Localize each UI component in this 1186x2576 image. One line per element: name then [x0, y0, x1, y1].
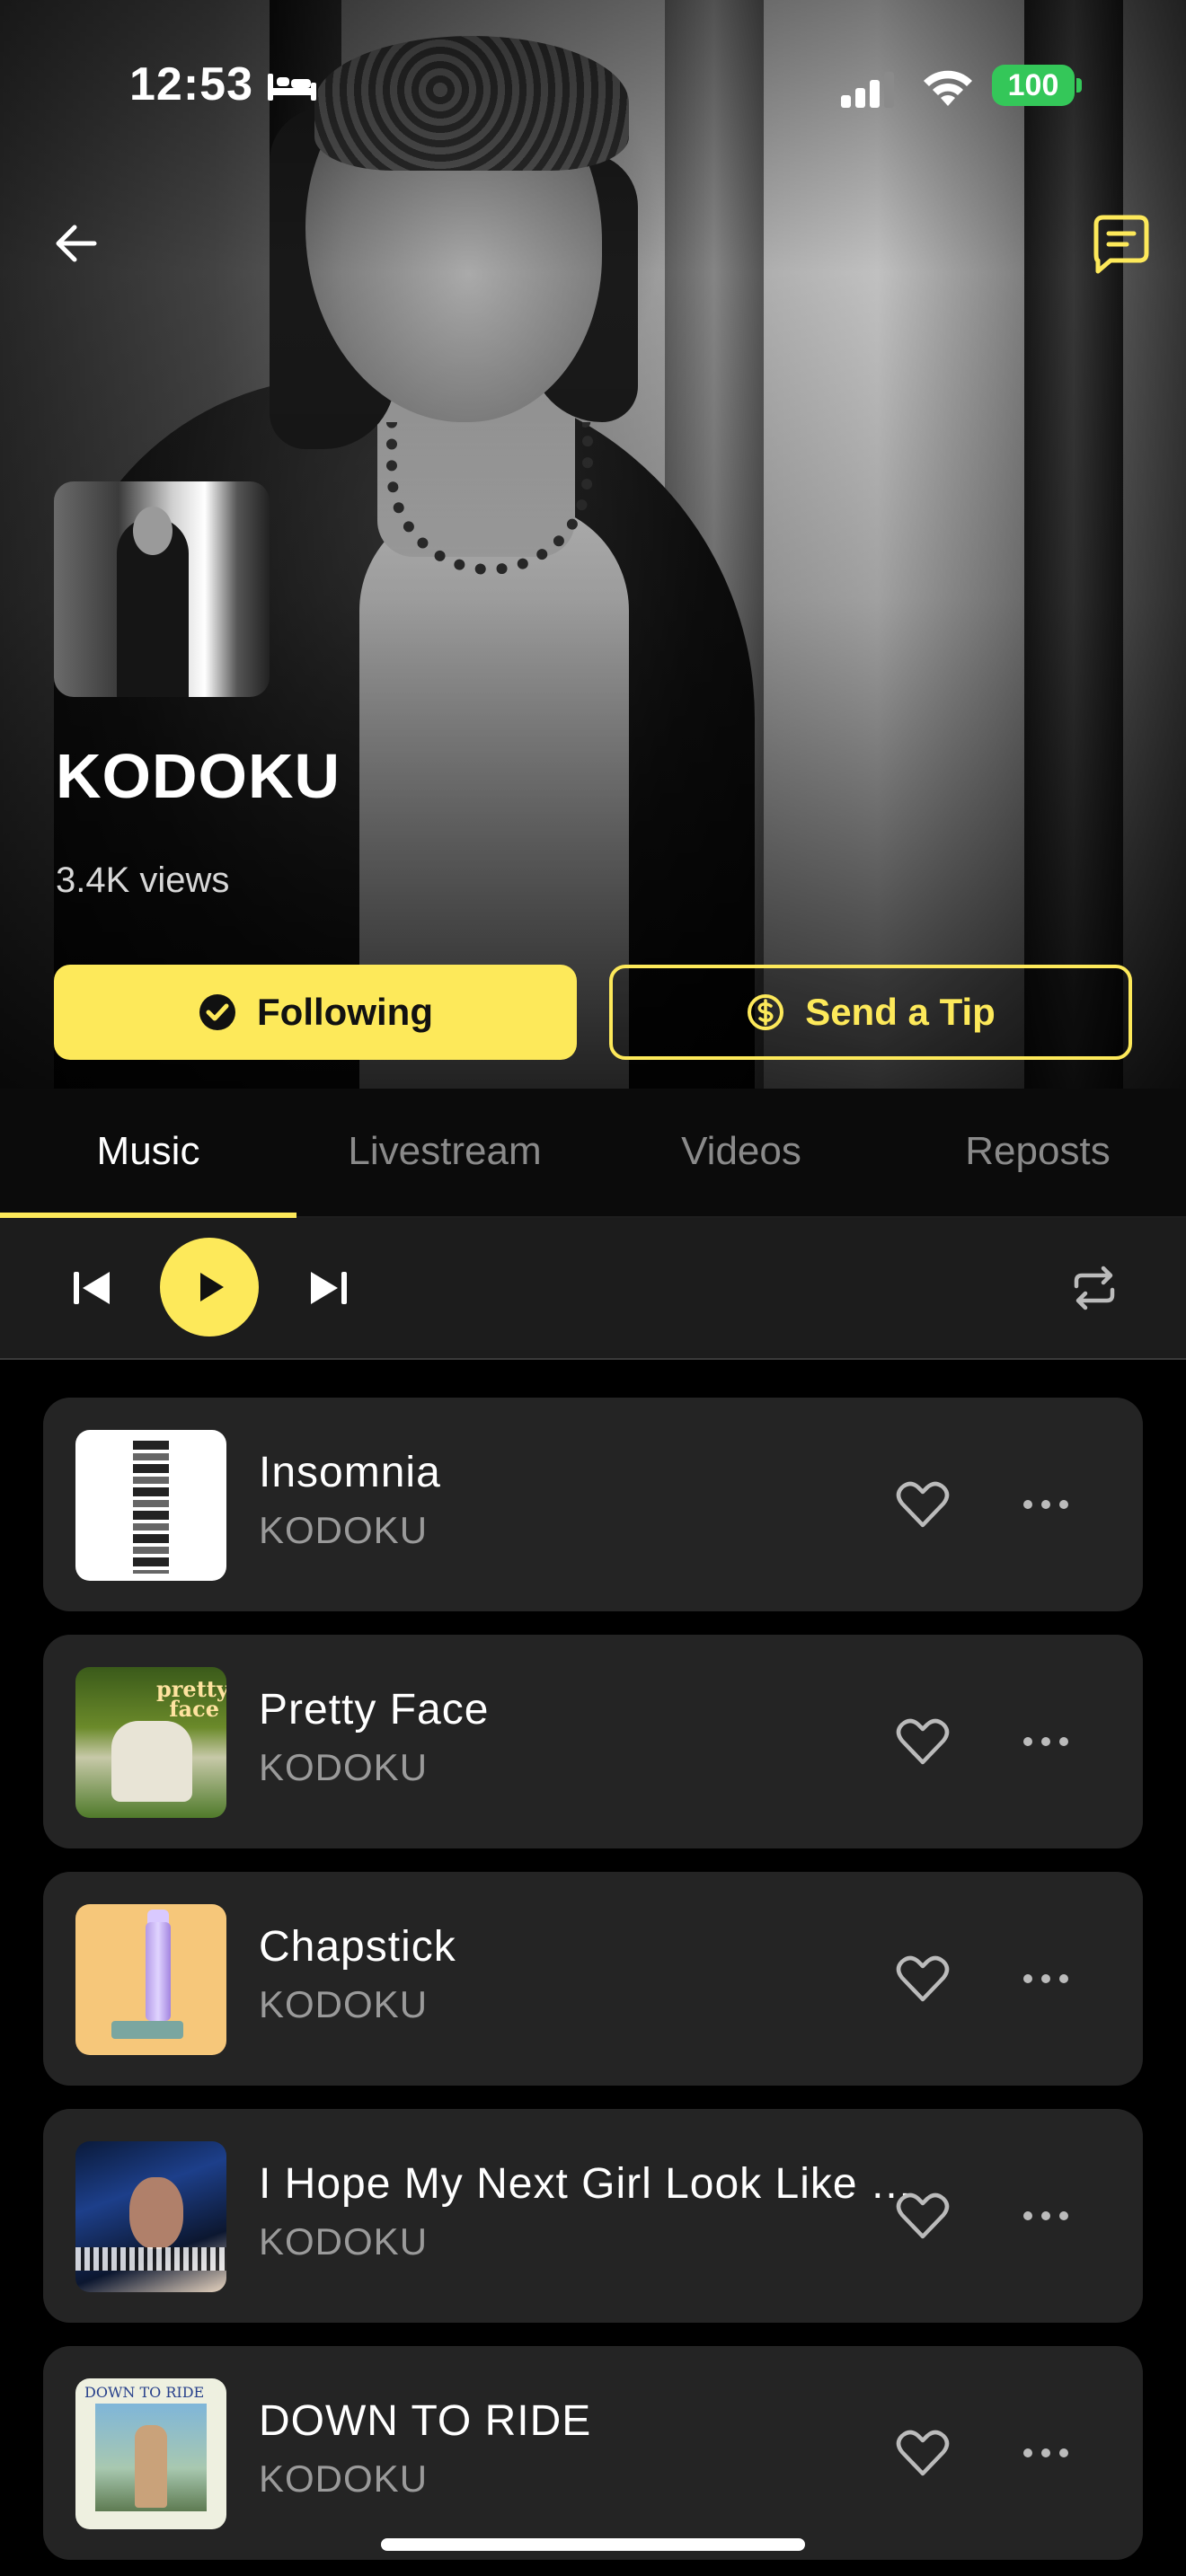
- track-item[interactable]: pretty face Pretty Face KODOKU: [43, 1635, 1143, 1848]
- message-square-icon: [1093, 215, 1149, 274]
- track-artwork: [75, 2141, 226, 2292]
- status-bar: 12:53 100: [0, 54, 1186, 117]
- avatar-figure: [133, 507, 173, 555]
- skip-forward-icon[interactable]: [304, 1263, 354, 1313]
- back-button[interactable]: [45, 212, 108, 275]
- artwork-graphic: [75, 2247, 226, 2271]
- tab-livestream[interactable]: Livestream: [296, 1089, 593, 1218]
- view-count: 3.4K views: [56, 860, 230, 900]
- artwork-text: pretty face: [156, 1676, 226, 1722]
- track-artwork: pretty face: [75, 1667, 226, 1818]
- more-options-icon[interactable]: [1021, 2195, 1071, 2236]
- track-artist: KODOKU: [259, 2220, 429, 2263]
- repeat-icon[interactable]: [1069, 1263, 1120, 1313]
- artwork-graphic: [146, 1922, 171, 2021]
- artist-name: KODOKU: [56, 741, 341, 811]
- track-artist: KODOKU: [259, 1983, 429, 2025]
- track-title: Pretty Face: [259, 1686, 490, 1734]
- heart-icon[interactable]: [893, 1949, 952, 2008]
- player-controls: [0, 1218, 1186, 1360]
- send-tip-button[interactable]: Send a Tip: [609, 965, 1132, 1060]
- track-artist: KODOKU: [259, 2457, 429, 2500]
- play-button[interactable]: [160, 1238, 259, 1337]
- track-title: Chapstick: [259, 1923, 456, 1971]
- track-title: Insomnia: [259, 1449, 441, 1496]
- track-title: I Hope My Next Girl Look Like You: [259, 2160, 924, 2208]
- track-item[interactable]: I Hope My Next Girl Look Like You KODOKU: [43, 2109, 1143, 2323]
- skip-back-icon[interactable]: [66, 1263, 117, 1313]
- arrow-left-icon: [56, 225, 97, 262]
- track-artwork: [75, 1430, 226, 1581]
- tab-videos[interactable]: Videos: [593, 1089, 890, 1218]
- heart-icon[interactable]: [893, 2423, 952, 2483]
- artwork-text: DOWN TO RIDE: [84, 2384, 205, 2401]
- track-artist: KODOKU: [259, 1746, 429, 1788]
- artwork-graphic: [111, 2021, 183, 2039]
- following-button[interactable]: Following: [54, 965, 577, 1060]
- cellular-signal-icon: [841, 72, 894, 108]
- artist-avatar: [54, 481, 270, 697]
- send-tip-label: Send a Tip: [805, 991, 996, 1033]
- battery-tip: [1076, 78, 1082, 93]
- more-options-icon[interactable]: [1021, 1721, 1071, 1762]
- sleep-focus-icon: [268, 74, 316, 101]
- artwork-graphic: [129, 2177, 183, 2249]
- heart-icon[interactable]: [893, 2186, 952, 2245]
- heart-icon[interactable]: [893, 1475, 952, 1534]
- track-artwork: DOWN TO RIDE: [75, 2378, 226, 2529]
- artwork-graphic: [111, 1721, 192, 1802]
- more-options-icon[interactable]: [1021, 1958, 1071, 1999]
- play-icon: [200, 1273, 224, 1301]
- check-circle-icon: [199, 994, 236, 1030]
- following-label: Following: [257, 991, 433, 1033]
- artist-profile-screen: 12:53 100 KODOKU 3.4K views Following Se…: [0, 0, 1186, 2576]
- track-artist: KODOKU: [259, 1509, 429, 1551]
- track-title: DOWN TO RIDE: [259, 2397, 592, 2445]
- profile-tabs: Music Livestream Videos Reposts: [0, 1089, 1186, 1218]
- status-time: 12:53: [129, 58, 253, 110]
- track-item[interactable]: Insomnia KODOKU: [43, 1398, 1143, 1611]
- wifi-icon: [924, 70, 972, 106]
- dollar-circle-icon: [748, 994, 784, 1030]
- more-options-icon[interactable]: [1021, 1484, 1071, 1525]
- track-item[interactable]: DOWN TO RIDE DOWN TO RIDE KODOKU: [43, 2346, 1143, 2560]
- tab-music[interactable]: Music: [0, 1089, 296, 1218]
- battery-indicator: 100: [992, 65, 1075, 106]
- artwork-graphic: [135, 2425, 167, 2508]
- home-indicator[interactable]: [381, 2538, 805, 2551]
- heart-icon[interactable]: [893, 1712, 952, 1771]
- track-item[interactable]: Chapstick KODOKU: [43, 1872, 1143, 2086]
- artwork-graphic: [133, 1441, 169, 1574]
- tab-reposts[interactable]: Reposts: [890, 1089, 1186, 1218]
- battery-level: 100: [1007, 68, 1059, 102]
- message-button[interactable]: [1084, 208, 1155, 280]
- more-options-icon[interactable]: [1021, 2432, 1071, 2474]
- track-artwork: [75, 1904, 226, 2055]
